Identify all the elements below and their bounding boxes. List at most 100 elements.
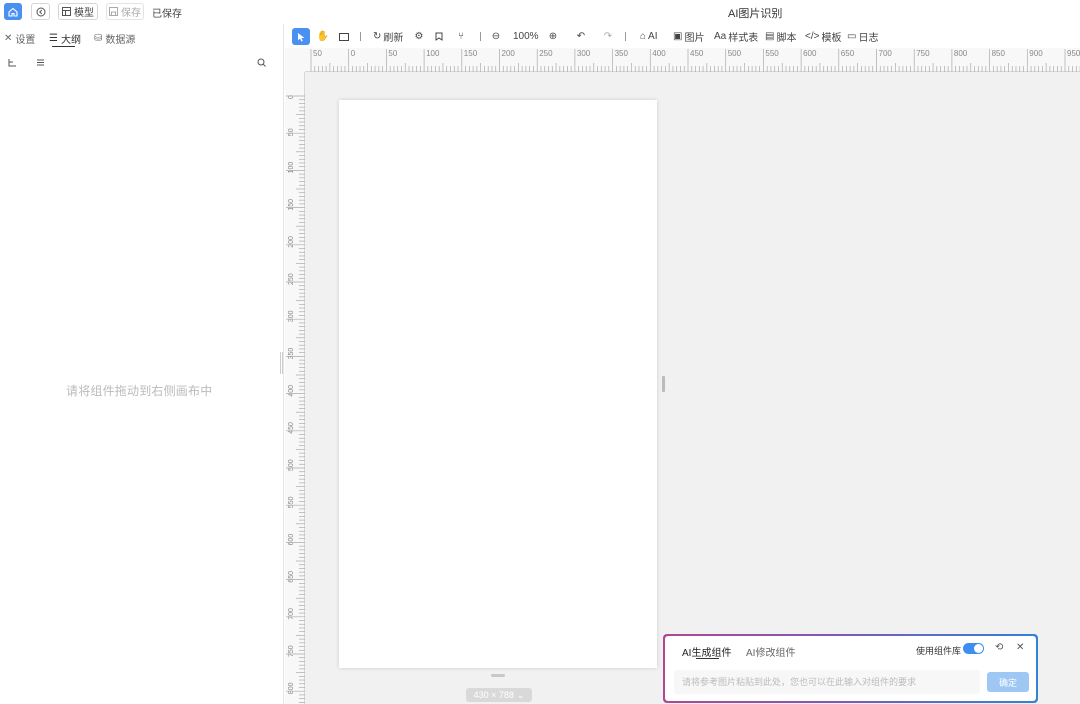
template-button[interactable]: </> 模板: [805, 28, 841, 45]
page-size-selector[interactable]: 430 × 788 ⌄: [466, 688, 532, 702]
gear-icon: ⚙: [414, 31, 424, 42]
hand-icon: ✋: [316, 31, 330, 42]
ruler-tick-label: 200: [288, 236, 295, 248]
ruler-tick-label: 550: [288, 496, 295, 508]
ruler-tick-label: 600: [803, 49, 817, 58]
use-library-label: 使用组件库: [916, 646, 962, 656]
canvas-area[interactable]: 50 0 50 100 150 200 250 300 350 400 450 500 550 600 65…: [285, 48, 1080, 704]
tree-view-icon[interactable]: [8, 58, 17, 70]
canvas-resizer[interactable]: [662, 376, 665, 392]
select-tool[interactable]: [292, 28, 310, 45]
model-icon: [62, 7, 71, 16]
toolbar-divider: [480, 32, 481, 41]
history-icon[interactable]: ⟲: [995, 642, 1003, 653]
ai-icon: ⌂: [640, 31, 647, 42]
left-panel: ✕ 设置 ☰ 大纲 ⛁ 数据源 请将组件拖动到右侧画布中: [0, 24, 284, 704]
undo-button[interactable]: ↶: [576, 28, 586, 45]
branch-tool[interactable]: ⑂: [456, 28, 466, 45]
tab-ai-generate[interactable]: AI生成组件: [682, 644, 731, 659]
back-icon: [36, 7, 45, 16]
stylesheet-label: 样式表: [728, 33, 759, 44]
page-size-value: 430 × 788: [473, 690, 514, 700]
ruler-tick-label: 50: [388, 49, 397, 58]
ruler-tick-label: 300: [577, 49, 591, 58]
tab-outline[interactable]: ☰ 大纲: [49, 31, 81, 46]
ruler-tick-label: 450: [288, 422, 295, 434]
ruler-tick-label: 850: [992, 49, 1006, 58]
back-button[interactable]: [31, 3, 50, 20]
zoom-out-icon: ⊖: [491, 31, 501, 42]
ai-panel-body: AI生成组件 AI修改组件 使用组件库 ⟲ ✕ 确定: [665, 636, 1036, 701]
home-button[interactable]: [4, 3, 22, 20]
settings-tool[interactable]: ⚙: [414, 28, 424, 45]
ai-button[interactable]: ⌂ AI: [640, 28, 658, 45]
ai-label: AI: [648, 31, 658, 42]
list-view-icon[interactable]: [36, 58, 45, 70]
tab-datasource[interactable]: ⛁ 数据源: [94, 31, 135, 46]
confirm-button[interactable]: 确定: [987, 672, 1029, 692]
active-tab-underline: [52, 46, 75, 47]
image-label: 图片: [684, 33, 705, 44]
ruler-tick-label: 200: [502, 49, 516, 58]
refresh-label: 刷新: [383, 33, 404, 44]
ruler-tick-label: 100: [426, 49, 440, 58]
ruler-tick-label: 500: [288, 459, 295, 471]
tab-settings[interactable]: ✕ 设置: [4, 31, 35, 46]
top-bar: 模型 保存 已保存 AI图片识别: [0, 0, 1080, 24]
tab-ai-modify[interactable]: AI修改组件: [746, 644, 795, 659]
left-panel-resizer[interactable]: [280, 352, 283, 374]
save-button[interactable]: 保存: [106, 3, 144, 20]
ruler-tick-label: 350: [615, 49, 629, 58]
app-title: AI图片识别: [728, 8, 783, 20]
refresh-button[interactable]: ↻ 刷新: [373, 28, 403, 45]
ruler-tick-label: 550: [765, 49, 779, 58]
ruler-tick-label: 900: [1029, 49, 1043, 58]
redo-icon: ↷: [603, 31, 613, 42]
hand-tool[interactable]: ✋: [317, 28, 329, 45]
log-button[interactable]: ▭ 日志: [847, 28, 878, 45]
redo-button[interactable]: ↷: [603, 28, 613, 45]
branch-icon: ⑂: [458, 31, 464, 42]
ruler-tick-label: 400: [652, 49, 666, 58]
toolbar-divider: [625, 32, 626, 41]
ruler-tick-label: 0: [351, 49, 356, 58]
zoom-in-button[interactable]: ⊕: [548, 28, 558, 45]
canvas-page[interactable]: [339, 100, 657, 668]
image-button[interactable]: ▣ 图片: [673, 28, 704, 45]
bookmark-tool[interactable]: [434, 28, 444, 45]
frame-tool[interactable]: [338, 28, 350, 45]
zoom-out-button[interactable]: ⊖: [491, 28, 501, 45]
ai-prompt-input[interactable]: [674, 670, 980, 694]
ruler-corner: [285, 48, 305, 72]
ruler-tick-label: 350: [288, 348, 295, 360]
stylesheet-button[interactable]: Aa 样式表: [714, 28, 758, 45]
code-icon: </>: [805, 31, 820, 42]
ruler-tick-label: 700: [288, 608, 295, 620]
undo-icon: ↶: [576, 31, 586, 42]
model-button-label: 模型: [74, 8, 94, 19]
script-icon: ▤: [765, 31, 775, 42]
chevron-down-icon: ⌄: [516, 689, 525, 700]
outline-empty-hint: 请将组件拖动到右侧画布中: [66, 384, 213, 398]
ruler-tick-label: 50: [288, 128, 295, 136]
search-icon[interactable]: [257, 58, 266, 70]
canvas-toolbar: ✋ ↻ 刷新 ⚙ ⑂ ⊖ 100% ⊕ ↶ ↷ ⌂ AI ▣ 图片 Aa 样式表…: [285, 24, 1080, 48]
script-button[interactable]: ▤ 脚本: [765, 28, 796, 45]
font-icon: Aa: [714, 31, 727, 42]
save-button-label: 保存: [121, 8, 141, 19]
zoom-level-value: 100%: [513, 31, 539, 42]
ruler-tick-label: 250: [539, 49, 553, 58]
image-icon: ▣: [673, 31, 683, 42]
ruler-tick-label: 950: [1067, 49, 1080, 58]
use-library-toggle[interactable]: [963, 643, 984, 654]
ruler-tick-label: 650: [288, 571, 295, 583]
ruler-tick-label: 700: [879, 49, 893, 58]
zoom-level[interactable]: 100%: [513, 28, 539, 45]
close-icon[interactable]: ✕: [1016, 642, 1024, 653]
script-label: 脚本: [776, 33, 797, 44]
database-icon: ⛁: [94, 33, 103, 44]
ruler-tick-label: 750: [288, 645, 295, 657]
page-resize-handle[interactable]: [491, 674, 505, 677]
save-icon: [109, 7, 118, 16]
model-button[interactable]: 模型: [58, 3, 98, 20]
